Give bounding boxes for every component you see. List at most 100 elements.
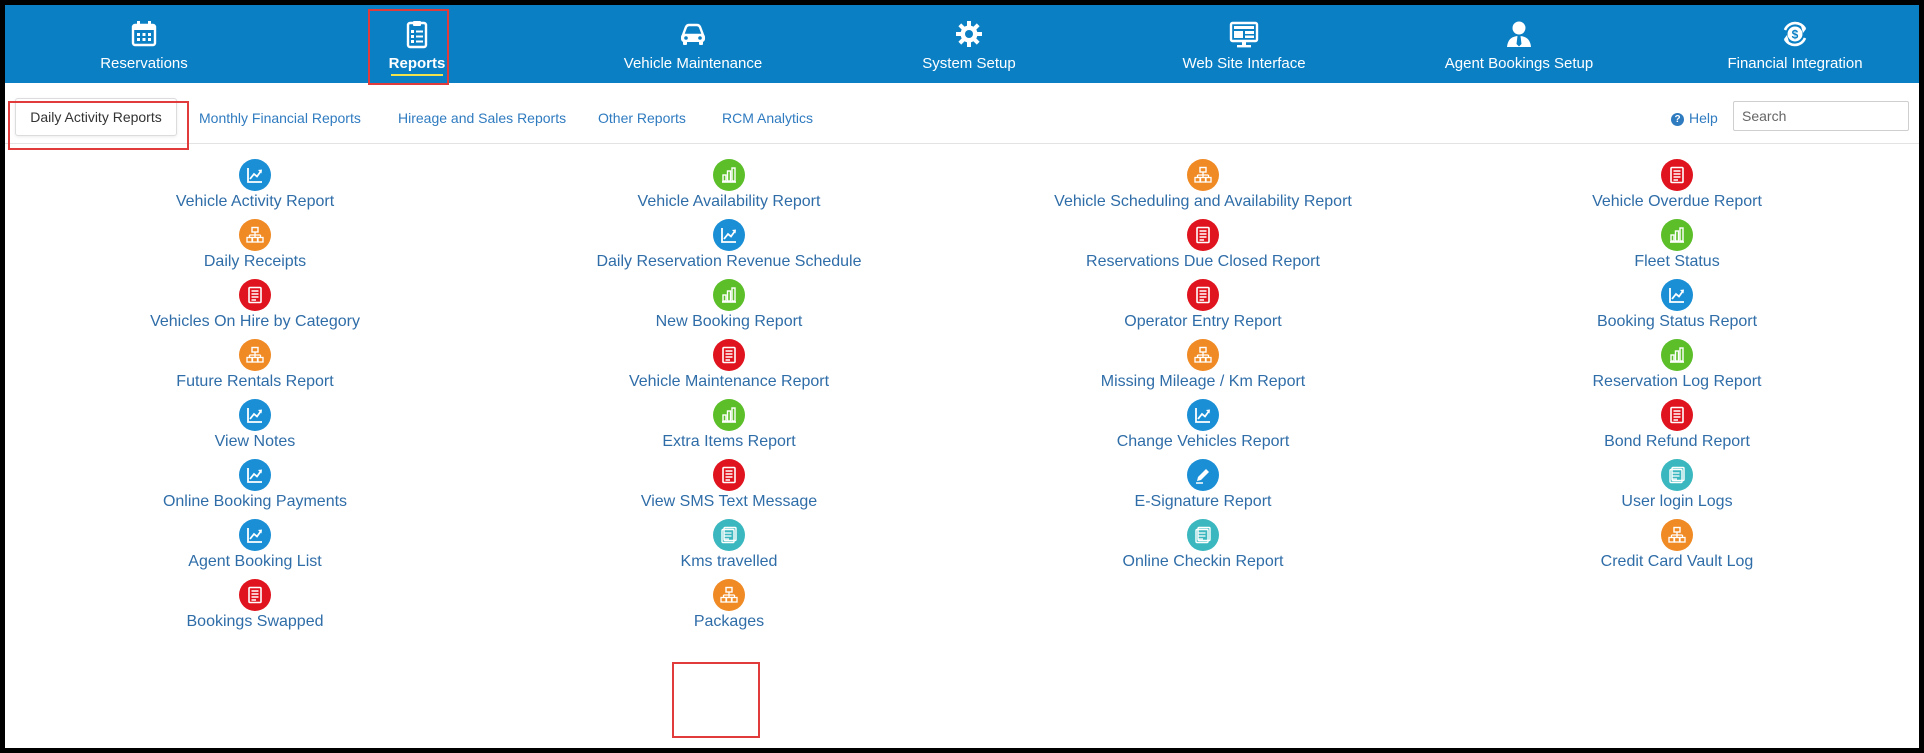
- report-link[interactable]: Reservations Due Closed Report: [963, 219, 1443, 279]
- report-link[interactable]: Future Rentals Report: [15, 339, 495, 399]
- report-link[interactable]: E-Signature Report: [963, 459, 1443, 519]
- report-link[interactable]: Agent Booking List: [15, 519, 495, 579]
- document-icon: [1187, 279, 1219, 311]
- report-label: Vehicle Activity Report: [175, 193, 335, 210]
- report-link[interactable]: Daily Receipts: [15, 219, 495, 279]
- report-link[interactable]: Bond Refund Report: [1437, 399, 1917, 459]
- report-label: Operator Entry Report: [1124, 313, 1282, 330]
- org-chart-icon: [239, 219, 271, 251]
- line-chart-icon: [239, 519, 271, 551]
- report-link[interactable]: View Notes: [15, 399, 495, 459]
- report-label: Vehicle Overdue Report: [1592, 193, 1762, 210]
- nav-item-vehicle-maintenance[interactable]: Vehicle Maintenance: [573, 5, 813, 83]
- report-link[interactable]: Vehicle Activity Report: [15, 159, 495, 219]
- nav-item-web-site-interface[interactable]: Web Site Interface: [1124, 5, 1364, 83]
- report-label: View SMS Text Message: [640, 493, 818, 510]
- report-link[interactable]: Online Checkin Report: [963, 519, 1443, 579]
- document-icon: [239, 579, 271, 611]
- report-link[interactable]: View SMS Text Message: [489, 459, 969, 519]
- report-link[interactable]: Operator Entry Report: [963, 279, 1443, 339]
- tab-daily-activity-reports[interactable]: Daily Activity Reports: [15, 98, 177, 136]
- report-link[interactable]: Vehicles On Hire by Category: [15, 279, 495, 339]
- help-icon: ?: [1671, 113, 1684, 126]
- report-link[interactable]: Bookings Swapped: [15, 579, 495, 639]
- report-link[interactable]: Vehicle Overdue Report: [1437, 159, 1917, 219]
- tab-other-reports[interactable]: Other Reports: [598, 110, 686, 126]
- report-link[interactable]: User login Logs: [1437, 459, 1917, 519]
- nav-item-agent-bookings-setup[interactable]: Agent Bookings Setup: [1399, 5, 1639, 83]
- nav-item-reports[interactable]: Reports: [297, 5, 537, 83]
- report-link[interactable]: Extra Items Report: [489, 399, 969, 459]
- report-label: Missing Mileage / Km Report: [1100, 373, 1306, 390]
- org-chart-icon: [713, 579, 745, 611]
- nav-item-reservations[interactable]: Reservations: [24, 5, 264, 83]
- document-icon: [1187, 219, 1219, 251]
- report-label: Reservations Due Closed Report: [1086, 253, 1320, 270]
- report-link[interactable]: Packages: [489, 579, 969, 639]
- report-category-tabs: Daily Activity Reports Monthly Financial…: [5, 83, 1919, 150]
- report-label: Credit Card Vault Log: [1600, 553, 1754, 570]
- monitor-icon: [1229, 21, 1259, 48]
- nav-label: Reports: [388, 55, 446, 72]
- nav-item-system-setup[interactable]: System Setup: [849, 5, 1089, 83]
- report-link[interactable]: Fleet Status: [1437, 219, 1917, 279]
- report-label: Packages: [693, 613, 765, 630]
- report-label: Vehicle Availability Report: [637, 193, 821, 210]
- org-chart-icon: [1661, 519, 1693, 551]
- agent-icon: [1507, 21, 1531, 47]
- nav-label: Vehicle Maintenance: [623, 55, 763, 72]
- report-link[interactable]: Reservation Log Report: [1437, 339, 1917, 399]
- bar-chart-icon: [713, 399, 745, 431]
- report-link[interactable]: Vehicle Scheduling and Availability Repo…: [963, 159, 1443, 219]
- search-input[interactable]: [1733, 101, 1909, 131]
- report-label: Change Vehicles Report: [1116, 433, 1290, 450]
- nav-item-financial-integration[interactable]: $ Financial Integration: [1675, 5, 1915, 83]
- report-link[interactable]: Kms travelled: [489, 519, 969, 579]
- report-label: Booking Status Report: [1596, 313, 1758, 330]
- dollar-cycle-icon: $: [1783, 21, 1807, 47]
- help-link[interactable]: ? Help: [1671, 110, 1718, 126]
- report-link[interactable]: New Booking Report: [489, 279, 969, 339]
- report-label: Bookings Swapped: [186, 613, 324, 630]
- report-label: Vehicle Maintenance Report: [628, 373, 830, 390]
- bar-chart-icon: [1661, 339, 1693, 371]
- packages-highlight-box: [672, 662, 760, 738]
- report-label: E-Signature Report: [1134, 493, 1272, 510]
- report-link[interactable]: Booking Status Report: [1437, 279, 1917, 339]
- report-label: User login Logs: [1621, 493, 1733, 510]
- report-link[interactable]: Online Booking Payments: [15, 459, 495, 519]
- tab-monthly-financial-reports[interactable]: Monthly Financial Reports: [199, 110, 361, 126]
- gear-icon: [956, 21, 982, 47]
- report-link[interactable]: Change Vehicles Report: [963, 399, 1443, 459]
- list-icon: [1187, 519, 1219, 551]
- report-link[interactable]: Vehicle Availability Report: [489, 159, 969, 219]
- nav-label: Agent Bookings Setup: [1444, 55, 1594, 72]
- report-link[interactable]: Missing Mileage / Km Report: [963, 339, 1443, 399]
- help-label: Help: [1689, 110, 1718, 126]
- bar-chart-icon: [713, 279, 745, 311]
- bar-chart-icon: [713, 159, 745, 191]
- document-icon: [713, 459, 745, 491]
- tab-hireage-and-sales-reports[interactable]: Hireage and Sales Reports: [398, 110, 566, 126]
- report-label: Future Rentals Report: [176, 373, 334, 390]
- report-link[interactable]: Credit Card Vault Log: [1437, 519, 1917, 579]
- nav-label: Reservations: [100, 55, 188, 72]
- report-label: Reservation Log Report: [1592, 373, 1762, 390]
- tab-rcm-analytics[interactable]: RCM Analytics: [722, 110, 813, 126]
- org-chart-icon: [1187, 159, 1219, 191]
- line-chart-icon: [1661, 279, 1693, 311]
- report-label: Fleet Status: [1634, 253, 1720, 270]
- report-link[interactable]: Vehicle Maintenance Report: [489, 339, 969, 399]
- document-icon: [1661, 399, 1693, 431]
- org-chart-icon: [1187, 339, 1219, 371]
- report-label: New Booking Report: [655, 313, 803, 330]
- report-label: View Notes: [214, 433, 296, 450]
- report-label: Daily Receipts: [203, 253, 307, 270]
- top-nav: Reservations Reports Vehicle Maintenance: [5, 5, 1919, 85]
- report-label: Agent Booking List: [188, 553, 322, 570]
- report-label: Vehicles On Hire by Category: [150, 313, 360, 330]
- line-chart-icon: [1187, 399, 1219, 431]
- report-link[interactable]: Daily Reservation Revenue Schedule: [489, 219, 969, 279]
- document-icon: [1661, 159, 1693, 191]
- svg-text:$: $: [1792, 28, 1799, 42]
